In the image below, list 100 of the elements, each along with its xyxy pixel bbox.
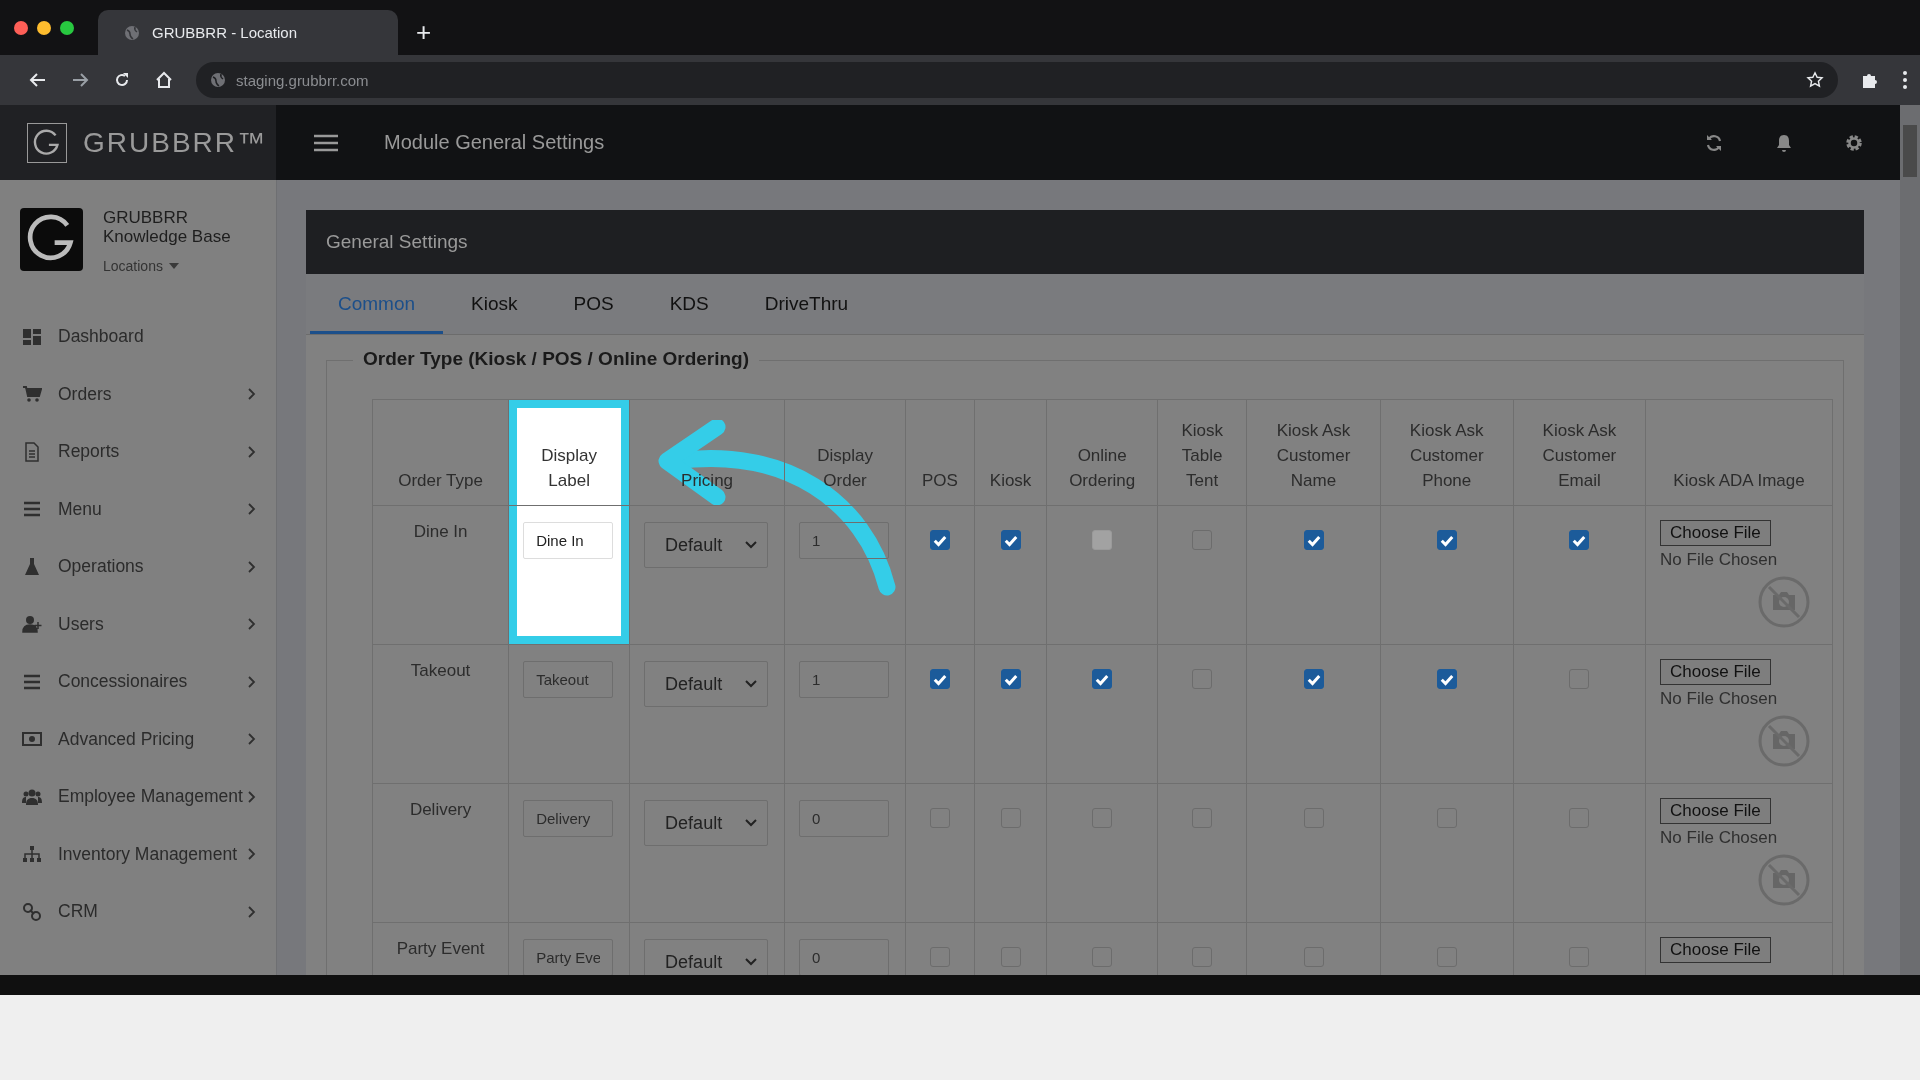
chevron-right-icon bbox=[248, 905, 256, 918]
display-label-field[interactable]: Dine In bbox=[523, 522, 614, 559]
settings-tab[interactable]: Kiosk bbox=[443, 293, 546, 334]
sidebar-item[interactable]: Orders bbox=[0, 365, 276, 423]
column-header: Pricing bbox=[629, 399, 785, 506]
file-status-text: No File Chosen bbox=[1660, 828, 1779, 848]
settings-tab[interactable]: KDS bbox=[641, 293, 737, 334]
cart-icon bbox=[22, 384, 42, 405]
pricing-dropdown[interactable]: Default bbox=[644, 661, 769, 707]
chevron-right-icon bbox=[248, 503, 256, 516]
sitemap-icon bbox=[22, 844, 42, 865]
chevron-right-icon bbox=[248, 388, 256, 401]
dashboard-icon bbox=[22, 326, 42, 347]
logo-icon bbox=[27, 122, 67, 163]
checkbox[interactable] bbox=[1569, 530, 1590, 550]
flask-icon bbox=[22, 556, 42, 577]
order-type-cell: Dine In bbox=[372, 505, 509, 645]
scrollbar[interactable] bbox=[1900, 105, 1920, 975]
maximize-window-icon[interactable] bbox=[60, 20, 74, 35]
checkbox[interactable] bbox=[1000, 530, 1021, 550]
column-header: Order Type bbox=[372, 399, 509, 506]
checkbox[interactable] bbox=[929, 669, 950, 689]
chevron-down-icon bbox=[745, 680, 758, 688]
globe-icon bbox=[124, 24, 140, 41]
chevron-right-icon bbox=[248, 790, 256, 803]
checkbox[interactable] bbox=[1436, 530, 1457, 550]
page-title: Module General Settings bbox=[384, 131, 605, 154]
checkbox[interactable] bbox=[1092, 669, 1113, 689]
display-label-field[interactable]: Takeout bbox=[523, 661, 614, 698]
choose-file-button[interactable]: Choose File bbox=[1660, 937, 1771, 963]
file-status-text: No File Chosen bbox=[1660, 550, 1779, 570]
chevron-right-icon bbox=[248, 618, 256, 631]
panel-title: General Settings bbox=[326, 231, 468, 253]
display-order-field[interactable]: 1 bbox=[799, 661, 890, 698]
chevron-right-icon bbox=[248, 675, 256, 688]
url-text: staging.grubbrr.com bbox=[236, 71, 370, 89]
checkbox[interactable] bbox=[1303, 669, 1324, 689]
settings-icon[interactable] bbox=[1844, 132, 1864, 153]
display-label-field[interactable]: Party Eve bbox=[523, 939, 614, 975]
globe-icon bbox=[210, 72, 226, 88]
display-order-field[interactable]: 1 bbox=[799, 522, 890, 559]
checkbox[interactable] bbox=[1000, 669, 1021, 689]
account-subtitle: Knowledge Base bbox=[103, 227, 231, 246]
minimize-window-icon[interactable] bbox=[37, 20, 51, 35]
settings-tab[interactable]: POS bbox=[545, 293, 642, 334]
notification-bell-icon[interactable] bbox=[1774, 132, 1794, 153]
sidebar-item[interactable]: Users bbox=[0, 595, 276, 653]
sidebar-item[interactable]: Reports bbox=[0, 423, 276, 481]
checkbox[interactable] bbox=[1436, 669, 1457, 689]
column-header: Kiosk ADA Image bbox=[1645, 399, 1833, 506]
brand-name: GRUBBRR™ bbox=[83, 126, 267, 159]
settings-tab[interactable]: DriveThru bbox=[736, 293, 877, 334]
checkbox[interactable] bbox=[1303, 530, 1324, 550]
address-bar[interactable]: staging.grubbrr.com bbox=[196, 62, 1838, 98]
more-icon[interactable] bbox=[1902, 70, 1908, 90]
close-window-icon[interactable] bbox=[14, 20, 28, 35]
locations-dropdown[interactable]: Locations bbox=[103, 258, 179, 274]
sidebar-item[interactable]: Employee Management bbox=[0, 768, 276, 826]
choose-file-button[interactable]: Choose File bbox=[1660, 659, 1771, 685]
no-image-icon bbox=[1758, 854, 1811, 906]
sidebar-item[interactable]: CRM bbox=[0, 883, 276, 941]
sidebar-item[interactable]: Menu bbox=[0, 480, 276, 538]
column-header: Online Ordering bbox=[1046, 399, 1158, 506]
home-icon[interactable] bbox=[154, 70, 174, 90]
star-icon[interactable] bbox=[1806, 71, 1824, 89]
chevron-down-icon bbox=[745, 819, 758, 827]
menu-icon[interactable] bbox=[314, 133, 338, 152]
column-header: Kiosk Ask Customer Phone bbox=[1380, 399, 1514, 506]
order-type-cell: Delivery bbox=[372, 783, 509, 923]
display-label-field[interactable]: Delivery bbox=[523, 800, 614, 837]
sidebar-item[interactable]: Concessionaires bbox=[0, 653, 276, 711]
order-type-cell: Takeout bbox=[372, 644, 509, 784]
chevron-right-icon bbox=[248, 560, 256, 573]
column-header: Kiosk Ask Customer Name bbox=[1246, 399, 1381, 506]
display-order-field[interactable]: 0 bbox=[799, 800, 890, 837]
sidebar-item[interactable]: Dashboard bbox=[0, 308, 276, 366]
pricing-dropdown[interactable]: Default bbox=[644, 800, 769, 846]
chevron-down-icon bbox=[745, 958, 758, 966]
pricing-dropdown[interactable]: Default bbox=[644, 522, 769, 568]
caret-down-icon bbox=[168, 263, 179, 269]
no-image-icon bbox=[1758, 576, 1811, 628]
choose-file-button[interactable]: Choose File bbox=[1660, 798, 1771, 824]
sidebar-item[interactable]: Operations bbox=[0, 538, 276, 596]
refresh-icon[interactable] bbox=[1704, 132, 1724, 153]
chevron-right-icon bbox=[248, 848, 256, 861]
account-logo-icon bbox=[20, 208, 83, 271]
checkbox[interactable] bbox=[929, 530, 950, 550]
column-header: Display Label bbox=[508, 399, 630, 506]
no-image-icon bbox=[1758, 715, 1811, 767]
column-header: Display Order bbox=[784, 399, 906, 506]
new-tab-button[interactable]: + bbox=[416, 17, 432, 48]
sidebar-item[interactable]: Inventory Management bbox=[0, 825, 276, 883]
browser-tab[interactable]: GRUBBRR - Location bbox=[98, 10, 398, 55]
column-header: Kiosk bbox=[974, 399, 1047, 506]
file-status-text: No File Chosen bbox=[1660, 689, 1779, 709]
settings-tab[interactable]: Common bbox=[310, 293, 444, 334]
column-header: Kiosk Table Tent bbox=[1157, 399, 1247, 506]
column-header: Kiosk Ask Customer Email bbox=[1513, 399, 1646, 506]
choose-file-button[interactable]: Choose File bbox=[1660, 520, 1771, 546]
sidebar-item[interactable]: Advanced Pricing bbox=[0, 710, 276, 768]
